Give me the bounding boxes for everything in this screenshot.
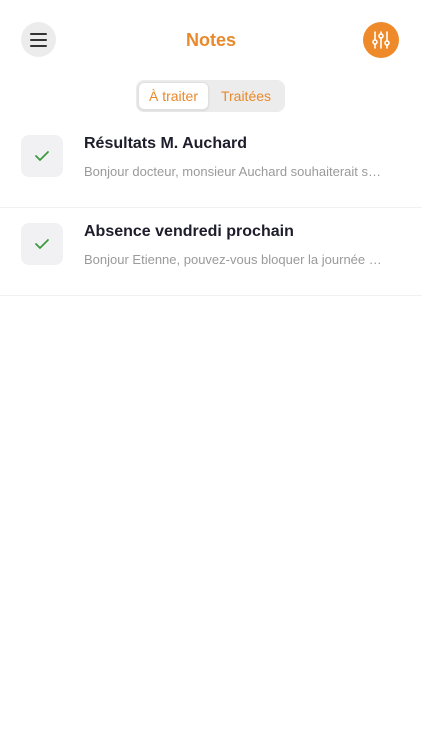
tab-a-traiter[interactable]: À traiter	[138, 82, 209, 110]
note-preview: Bonjour docteur, monsieur Auchard souhai…	[84, 164, 384, 179]
tab-traitees[interactable]: Traitées	[209, 82, 283, 110]
checkmark-icon	[35, 151, 49, 161]
note-preview: Bonjour Etienne, pouvez-vous bloquer la …	[84, 252, 384, 267]
note-item[interactable]: Résultats M. Auchard Bonjour docteur, mo…	[0, 120, 422, 208]
page-title: Notes	[185, 30, 236, 50]
note-title: Résultats M. Auchard	[84, 135, 247, 152]
sliders-icon	[372, 31, 390, 49]
mark-done-button[interactable]	[21, 135, 63, 177]
mark-done-button[interactable]	[21, 223, 63, 265]
notes-screen: Notes À traiter Traitées Résultats M. Au…	[0, 0, 422, 750]
notes-list: Résultats M. Auchard Bonjour docteur, mo…	[0, 120, 422, 296]
status-segmented-control: À traiter Traitées	[136, 80, 285, 112]
filter-button[interactable]	[363, 22, 399, 58]
note-title: Absence vendredi prochain	[84, 223, 294, 240]
header: Notes	[0, 0, 422, 80]
checkmark-icon	[35, 239, 49, 249]
note-item[interactable]: Absence vendredi prochain Bonjour Etienn…	[0, 208, 422, 296]
